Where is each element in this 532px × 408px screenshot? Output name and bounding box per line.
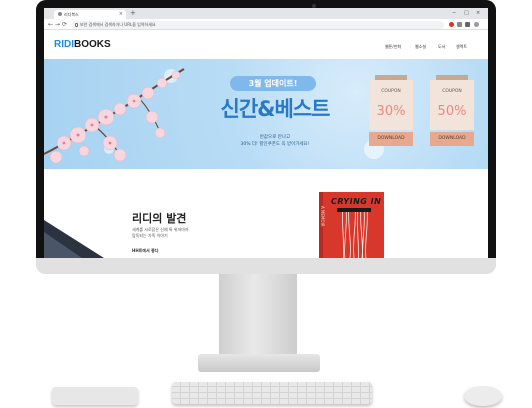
coupon-50: COUPON 50% DOWNLOAD xyxy=(430,75,474,149)
maximize-button[interactable]: □ xyxy=(464,9,469,18)
coupon-download-button[interactable]: DOWNLOAD xyxy=(369,132,413,146)
discovery-description-line2: 탐독되는 가족 이야기 xyxy=(132,233,168,238)
browser-tab[interactable]: 리디북스 × xyxy=(54,10,126,19)
profile-icon[interactable] xyxy=(474,22,479,27)
trackpad xyxy=(52,387,138,405)
lock-icon xyxy=(75,23,78,27)
ridibooks-logo[interactable]: RIDIBOOKS xyxy=(54,39,111,50)
share-icon[interactable] xyxy=(457,22,462,27)
screen: 리디북스 × + − □ × ← → ⟳ 보안 검색에서 검색하거나 URL을 … xyxy=(44,8,488,258)
nav-item-webtoon[interactable]: 웹툰/만화 xyxy=(385,44,401,50)
coupon-card: COUPON 50% xyxy=(430,80,474,130)
coupon-download-button[interactable]: DOWNLOAD xyxy=(430,132,474,146)
monitor: 리디북스 × + − □ × ← → ⟳ 보안 검색에서 검색하거나 URL을 … xyxy=(36,0,496,274)
forward-button[interactable]: → xyxy=(55,20,60,29)
logo-part-books: BOOKS xyxy=(74,39,111,50)
extension-icon[interactable] xyxy=(449,22,454,27)
coupon-value: 30% xyxy=(376,104,406,119)
reload-button[interactable]: ⟳ xyxy=(62,20,67,29)
new-tab-button[interactable]: + xyxy=(130,9,136,18)
banner-subtext-line2: 30% 더! 할인쿠폰도 꼭 받아가세요! xyxy=(240,142,310,147)
monitor-stand-neck xyxy=(219,274,297,356)
coupon-30: COUPON 30% DOWNLOAD xyxy=(369,75,413,149)
promo-banner[interactable]: 3월 업데이트! 신간&베스트 반값으로 만나고 30% 더! 할인쿠폰도 꼭 … xyxy=(44,59,488,169)
banner-subtext: 반값으로 만나고 30% 더! 할인쿠폰도 꼭 받아가세요! xyxy=(210,134,340,148)
tab-title: 리디북스 xyxy=(64,12,79,17)
discovery-title: 리디의 발견 xyxy=(132,212,187,225)
coupon-card: COUPON 30% xyxy=(369,80,413,130)
favicon-icon xyxy=(58,12,62,16)
nav-item-books[interactable]: 도서 xyxy=(438,44,445,50)
site-header: RIDIBOOKS 웹툰/만화 웹소설 도서 셀렉트 xyxy=(44,31,488,59)
mouse xyxy=(464,386,502,406)
address-bar[interactable]: 보안 검색에서 검색하거나 URL을 입력하세요 xyxy=(72,21,444,29)
monitor-chin xyxy=(36,258,496,274)
minimize-button[interactable]: − xyxy=(452,9,456,18)
discovery-description: 세계를 사로잡은 신예 톡 위저마저 탐독되는 가족 이야기 xyxy=(132,227,189,239)
address-bar-placeholder: 보안 검색에서 검색하거나 URL을 입력하세요 xyxy=(80,22,156,27)
browser-toolbar: ← → ⟳ 보안 검색에서 검색하거나 URL을 입력하세요 xyxy=(44,19,488,30)
cherry-blossom-branch xyxy=(44,68,185,164)
coupon-label: COUPON xyxy=(381,89,401,94)
browser-tab-bar: 리디북스 × + − □ × xyxy=(44,8,488,19)
nav-item-select[interactable]: 셀렉트 xyxy=(456,44,467,50)
window-close-button[interactable]: × xyxy=(476,9,480,18)
sidebar-icon[interactable] xyxy=(465,22,470,27)
discovery-link[interactable]: HH트에서 좋다 xyxy=(132,248,159,254)
monitor-bezel: 리디북스 × + − □ × ← → ⟳ 보안 검색에서 검색하거나 URL을 … xyxy=(36,0,496,258)
book-cover-illustration xyxy=(337,208,371,258)
tab-close-icon[interactable]: × xyxy=(119,10,123,19)
coupon-label: COUPON xyxy=(442,89,462,94)
monitor-stand-foot xyxy=(198,354,320,372)
banner-subtext-line1: 반값으로 만나고 xyxy=(259,135,291,140)
book-cover[interactable]: CRYING IN A MEMOIR xyxy=(319,192,384,258)
keyboard xyxy=(172,382,372,404)
book-cover-title: CRYING IN xyxy=(331,197,382,206)
update-badge: 3월 업데이트! xyxy=(230,76,316,91)
logo-part-ridi: RIDI xyxy=(54,39,74,50)
banner-headline: 신간&베스트 xyxy=(220,97,331,121)
coupon-value: 50% xyxy=(437,104,467,119)
back-button[interactable]: ← xyxy=(48,20,53,29)
decorative-stripe xyxy=(44,220,104,258)
discovery-section: 리디의 발견 세계를 사로잡은 신예 톡 위저마저 탐독되는 가족 이야기 HH… xyxy=(44,169,488,258)
nav-item-webnovel[interactable]: 웹소설 xyxy=(415,44,426,50)
